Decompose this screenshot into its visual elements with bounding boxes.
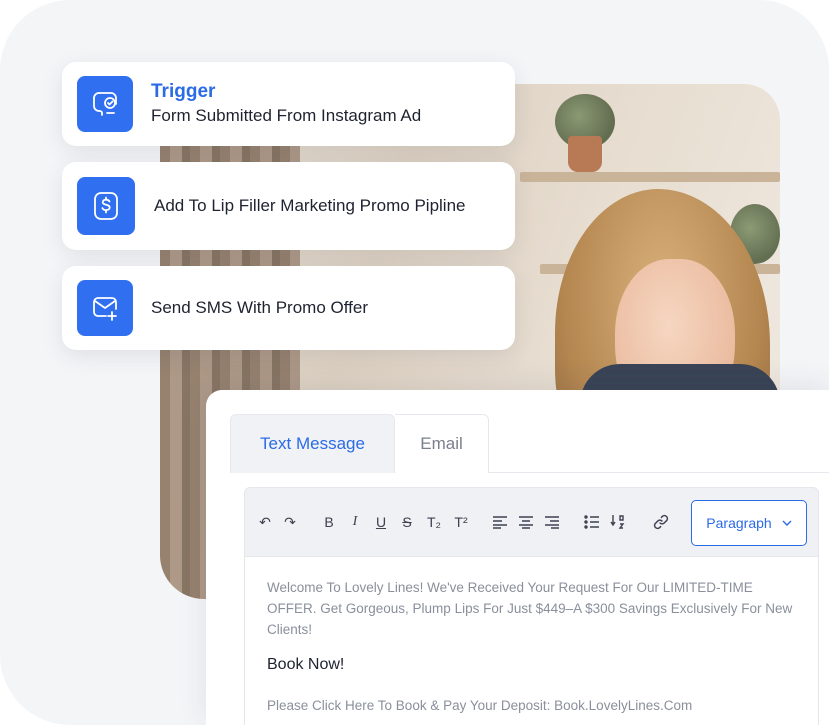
trigger-card[interactable]: Trigger Form Submitted From Instagram Ad [62, 62, 515, 146]
strikethrough-button[interactable]: S [399, 512, 415, 532]
sms-step-card[interactable]: Send SMS With Promo Offer [62, 266, 515, 350]
sms-step-text: Send SMS With Promo Offer [151, 298, 368, 317]
paragraph-select-label: Paragraph [706, 515, 772, 531]
subscript-button[interactable]: T₂ [423, 512, 445, 532]
numbered-list-icon[interactable] [610, 514, 626, 530]
undo-icon[interactable]: ↶ [257, 512, 273, 532]
link-icon[interactable] [653, 514, 669, 530]
align-right-icon[interactable] [544, 515, 560, 529]
superscript-button[interactable]: T² [450, 512, 472, 532]
mail-plus-icon [77, 280, 133, 336]
message-body: Welcome To Lovely Lines! We've Received … [267, 580, 793, 637]
align-left-icon[interactable] [492, 515, 508, 529]
italic-button[interactable]: I [347, 512, 363, 532]
form-check-icon [77, 76, 133, 132]
pipeline-step-card[interactable]: Add To Lip Filler Marketing Promo Piplin… [62, 162, 515, 250]
align-center-icon[interactable] [518, 515, 534, 529]
paragraph-style-select[interactable]: Paragraph [691, 500, 807, 546]
pipeline-step-text: Add To Lip Filler Marketing Promo Piplin… [154, 196, 466, 215]
chevron-down-icon [782, 520, 792, 526]
trigger-text: Form Submitted From Instagram Ad [151, 106, 422, 125]
trigger-title: Trigger [151, 81, 216, 102]
tab-email[interactable]: Email [395, 414, 489, 473]
dollar-icon [77, 177, 135, 235]
editor-tabs: Text Message Email [230, 414, 829, 473]
bold-button[interactable]: B [321, 512, 337, 532]
bullet-list-icon[interactable] [584, 515, 600, 529]
book-now-text: Book Now! [267, 656, 345, 673]
redo-icon[interactable]: ↷ [282, 512, 298, 532]
photo-shelf [520, 172, 780, 182]
editor-content[interactable]: Welcome To Lovely Lines! We've Received … [244, 557, 819, 725]
underline-button[interactable]: U [373, 512, 389, 532]
tab-text-message[interactable]: Text Message [230, 414, 395, 473]
photo-pot [568, 136, 602, 172]
deposit-link-text: Please Click Here To Book & Pay Your Dep… [267, 698, 693, 713]
message-editor-panel: Text Message Email ↶ ↷ B I U S T₂ T² Par… [206, 390, 829, 725]
editor-toolbar: ↶ ↷ B I U S T₂ T² Paragraph [244, 487, 819, 557]
